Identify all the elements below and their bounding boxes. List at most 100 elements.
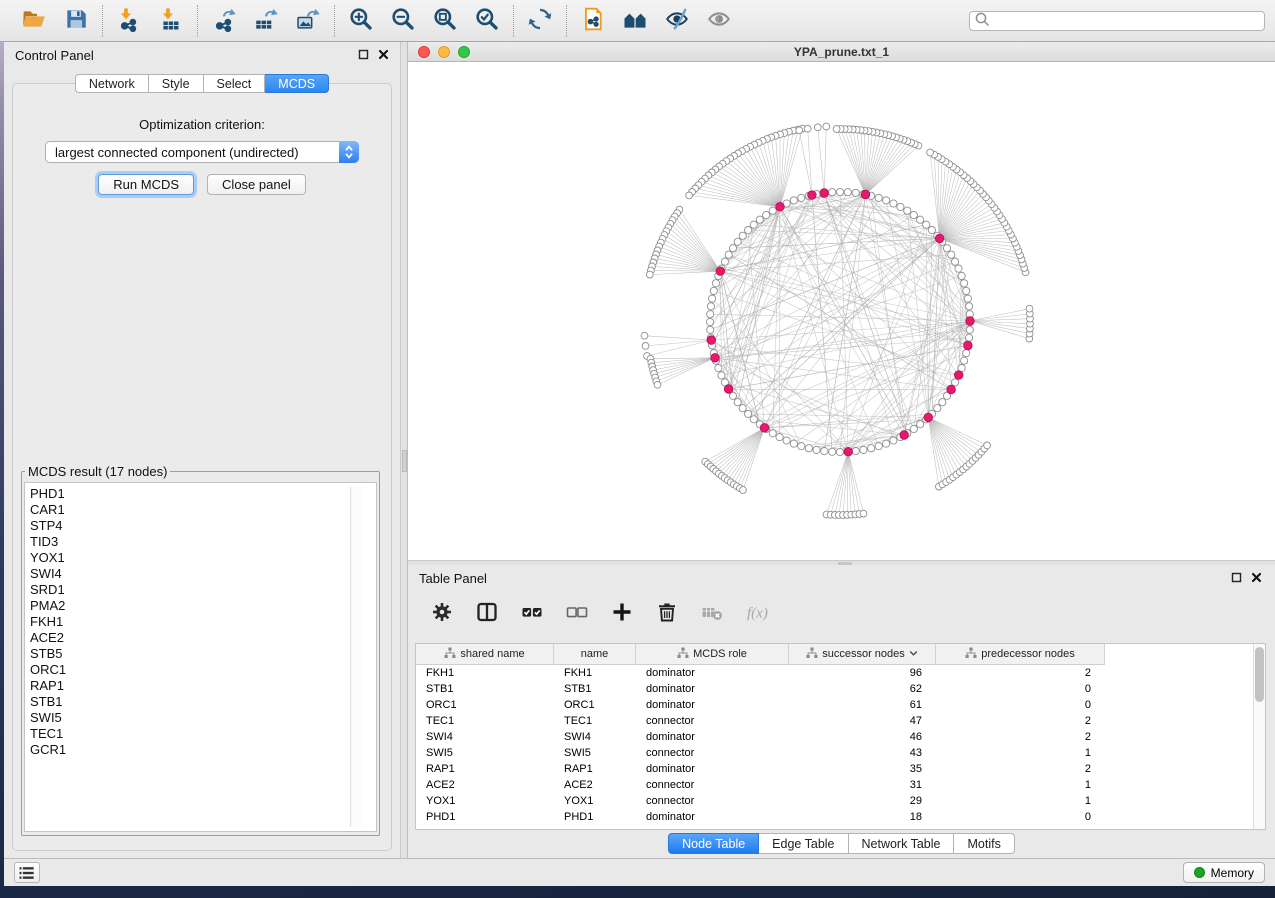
zoom-in-button[interactable]: [346, 6, 376, 36]
import-table-button[interactable]: [156, 6, 186, 36]
memory-status-icon: [1194, 867, 1205, 878]
export-table-button[interactable]: [251, 6, 281, 36]
show-graphics-details-button[interactable]: [704, 6, 734, 36]
result-list-scrollbar[interactable]: [350, 487, 362, 827]
scrollbar-thumb[interactable]: [1255, 647, 1264, 702]
status-bar: Memory: [4, 858, 1275, 886]
table-row[interactable]: ACE2ACE2connector311: [416, 777, 1265, 793]
mcds-result-list[interactable]: PHD1CAR1STP4TID3YOX1SWI4SRD1PMA2FKH1ACE2…: [24, 482, 377, 832]
mcds-result-item[interactable]: ACE2: [30, 630, 376, 646]
add-column-button[interactable]: [608, 599, 636, 627]
table-cell: connector: [636, 795, 789, 807]
close-panel-icon[interactable]: [378, 48, 389, 63]
network-window-titlebar[interactable]: YPA_prune.txt_1: [408, 42, 1275, 62]
toggle-panel-button[interactable]: [473, 599, 501, 627]
network-graph[interactable]: [408, 62, 1275, 560]
zoom-selected-button[interactable]: [472, 6, 502, 36]
table-row[interactable]: TEC1TEC1connector472: [416, 713, 1265, 729]
refresh-layout-button[interactable]: [525, 6, 555, 36]
mcds-result-item[interactable]: STP4: [30, 518, 376, 534]
tab-motifs[interactable]: Motifs: [954, 833, 1014, 854]
table-row[interactable]: FKH1FKH1dominator962: [416, 665, 1265, 681]
node-table[interactable]: shared namenameMCDS rolesuccessor nodesp…: [415, 643, 1266, 830]
mcds-result-item[interactable]: GCR1: [30, 742, 376, 758]
table-row[interactable]: PHD1PHD1dominator180: [416, 809, 1265, 825]
vertical-splitter[interactable]: [400, 42, 408, 858]
mcds-result-item[interactable]: TID3: [30, 534, 376, 550]
mcds-result-item[interactable]: SWI5: [30, 710, 376, 726]
column-header-predecessor-nodes[interactable]: predecessor nodes: [936, 644, 1105, 665]
table-cell: 31: [789, 779, 936, 791]
memory-button[interactable]: Memory: [1183, 862, 1265, 883]
save-session-button[interactable]: [61, 6, 91, 36]
import-network-button[interactable]: [114, 6, 144, 36]
export-image-button[interactable]: [293, 6, 323, 36]
tab-select[interactable]: Select: [204, 74, 266, 93]
tree-icon: [806, 647, 818, 662]
search-box[interactable]: [969, 11, 1265, 31]
mcds-result-item[interactable]: CAR1: [30, 502, 376, 518]
tab-mcds[interactable]: MCDS: [265, 74, 329, 93]
table-scrollbar[interactable]: [1253, 644, 1265, 829]
tab-network-table[interactable]: Network Table: [849, 833, 955, 854]
search-input[interactable]: [991, 14, 1261, 28]
criterion-select[interactable]: largest connected component (undirected): [45, 141, 359, 163]
table-panel: Table Panel f(x) shared namenameMCDS rol…: [408, 565, 1275, 858]
tab-edge-table[interactable]: Edge Table: [759, 833, 848, 854]
open-file-button[interactable]: [19, 6, 49, 36]
mcds-result-item[interactable]: RAP1: [30, 678, 376, 694]
export-image-icon: [295, 6, 321, 35]
mcds-result-item[interactable]: YOX1: [30, 550, 376, 566]
float-panel-icon[interactable]: [1231, 571, 1242, 586]
table-row[interactable]: SWI5SWI5connector431: [416, 745, 1265, 761]
svg-text:f(x): f(x): [747, 605, 768, 621]
tab-style[interactable]: Style: [149, 74, 204, 93]
column-header-name[interactable]: name: [554, 644, 636, 665]
tab-node-table[interactable]: Node Table: [668, 833, 759, 854]
export-network-button[interactable]: [209, 6, 239, 36]
mcds-result-item[interactable]: STB1: [30, 694, 376, 710]
network-file-button[interactable]: [578, 6, 608, 36]
table-row[interactable]: SWI4SWI4dominator462: [416, 729, 1265, 745]
table-cell: connector: [636, 715, 789, 727]
table-row[interactable]: YOX1YOX1connector291: [416, 793, 1265, 809]
close-panel-button[interactable]: Close panel: [207, 174, 306, 195]
table-row[interactable]: ORC1ORC1dominator610: [416, 697, 1265, 713]
run-mcds-button[interactable]: Run MCDS: [98, 174, 194, 195]
tab-network[interactable]: Network: [75, 74, 149, 93]
table-settings-button[interactable]: [428, 599, 456, 627]
task-history-button[interactable]: [14, 862, 40, 883]
column-header-MCDS-role[interactable]: MCDS role: [636, 644, 789, 665]
table-cell: 0: [936, 811, 1105, 823]
splitter-grip[interactable]: [402, 450, 407, 472]
table-row[interactable]: STB1STB1dominator620: [416, 681, 1265, 697]
column-header-shared-name[interactable]: shared name: [416, 644, 554, 665]
mcds-result-item[interactable]: STB5: [30, 646, 376, 662]
zoom-out-button[interactable]: [388, 6, 418, 36]
zoom-fit-button[interactable]: [430, 6, 460, 36]
network-window-title: YPA_prune.txt_1: [408, 45, 1275, 59]
table-cell: dominator: [636, 667, 789, 679]
network-canvas[interactable]: [408, 62, 1275, 560]
table-cell: dominator: [636, 731, 789, 743]
mcds-result-item[interactable]: PMA2: [30, 598, 376, 614]
mcds-result-item[interactable]: SRD1: [30, 582, 376, 598]
mcds-result-item[interactable]: ORC1: [30, 662, 376, 678]
mcds-result-item[interactable]: PHD1: [30, 486, 376, 502]
deselect-all-button[interactable]: [563, 599, 591, 627]
select-all-button[interactable]: [518, 599, 546, 627]
float-panel-icon[interactable]: [358, 48, 369, 63]
column-header-successor-nodes[interactable]: successor nodes: [789, 644, 936, 665]
zoom-fit-icon: [432, 6, 458, 35]
mcds-result-item[interactable]: TEC1: [30, 726, 376, 742]
hide-graphics-details-button[interactable]: [662, 6, 692, 36]
search-binoculars-button[interactable]: [620, 6, 650, 36]
mcds-result-item[interactable]: FKH1: [30, 614, 376, 630]
close-panel-icon[interactable]: [1251, 571, 1262, 586]
table-cell: PHD1: [554, 811, 636, 823]
mcds-result-item[interactable]: SWI4: [30, 566, 376, 582]
table-row[interactable]: RAP1RAP1dominator352: [416, 761, 1265, 777]
application-window: Control Panel NetworkStyleSelectMCDS Opt…: [4, 42, 1275, 886]
delete-column-button[interactable]: [653, 599, 681, 627]
network-file-icon: [580, 6, 606, 35]
